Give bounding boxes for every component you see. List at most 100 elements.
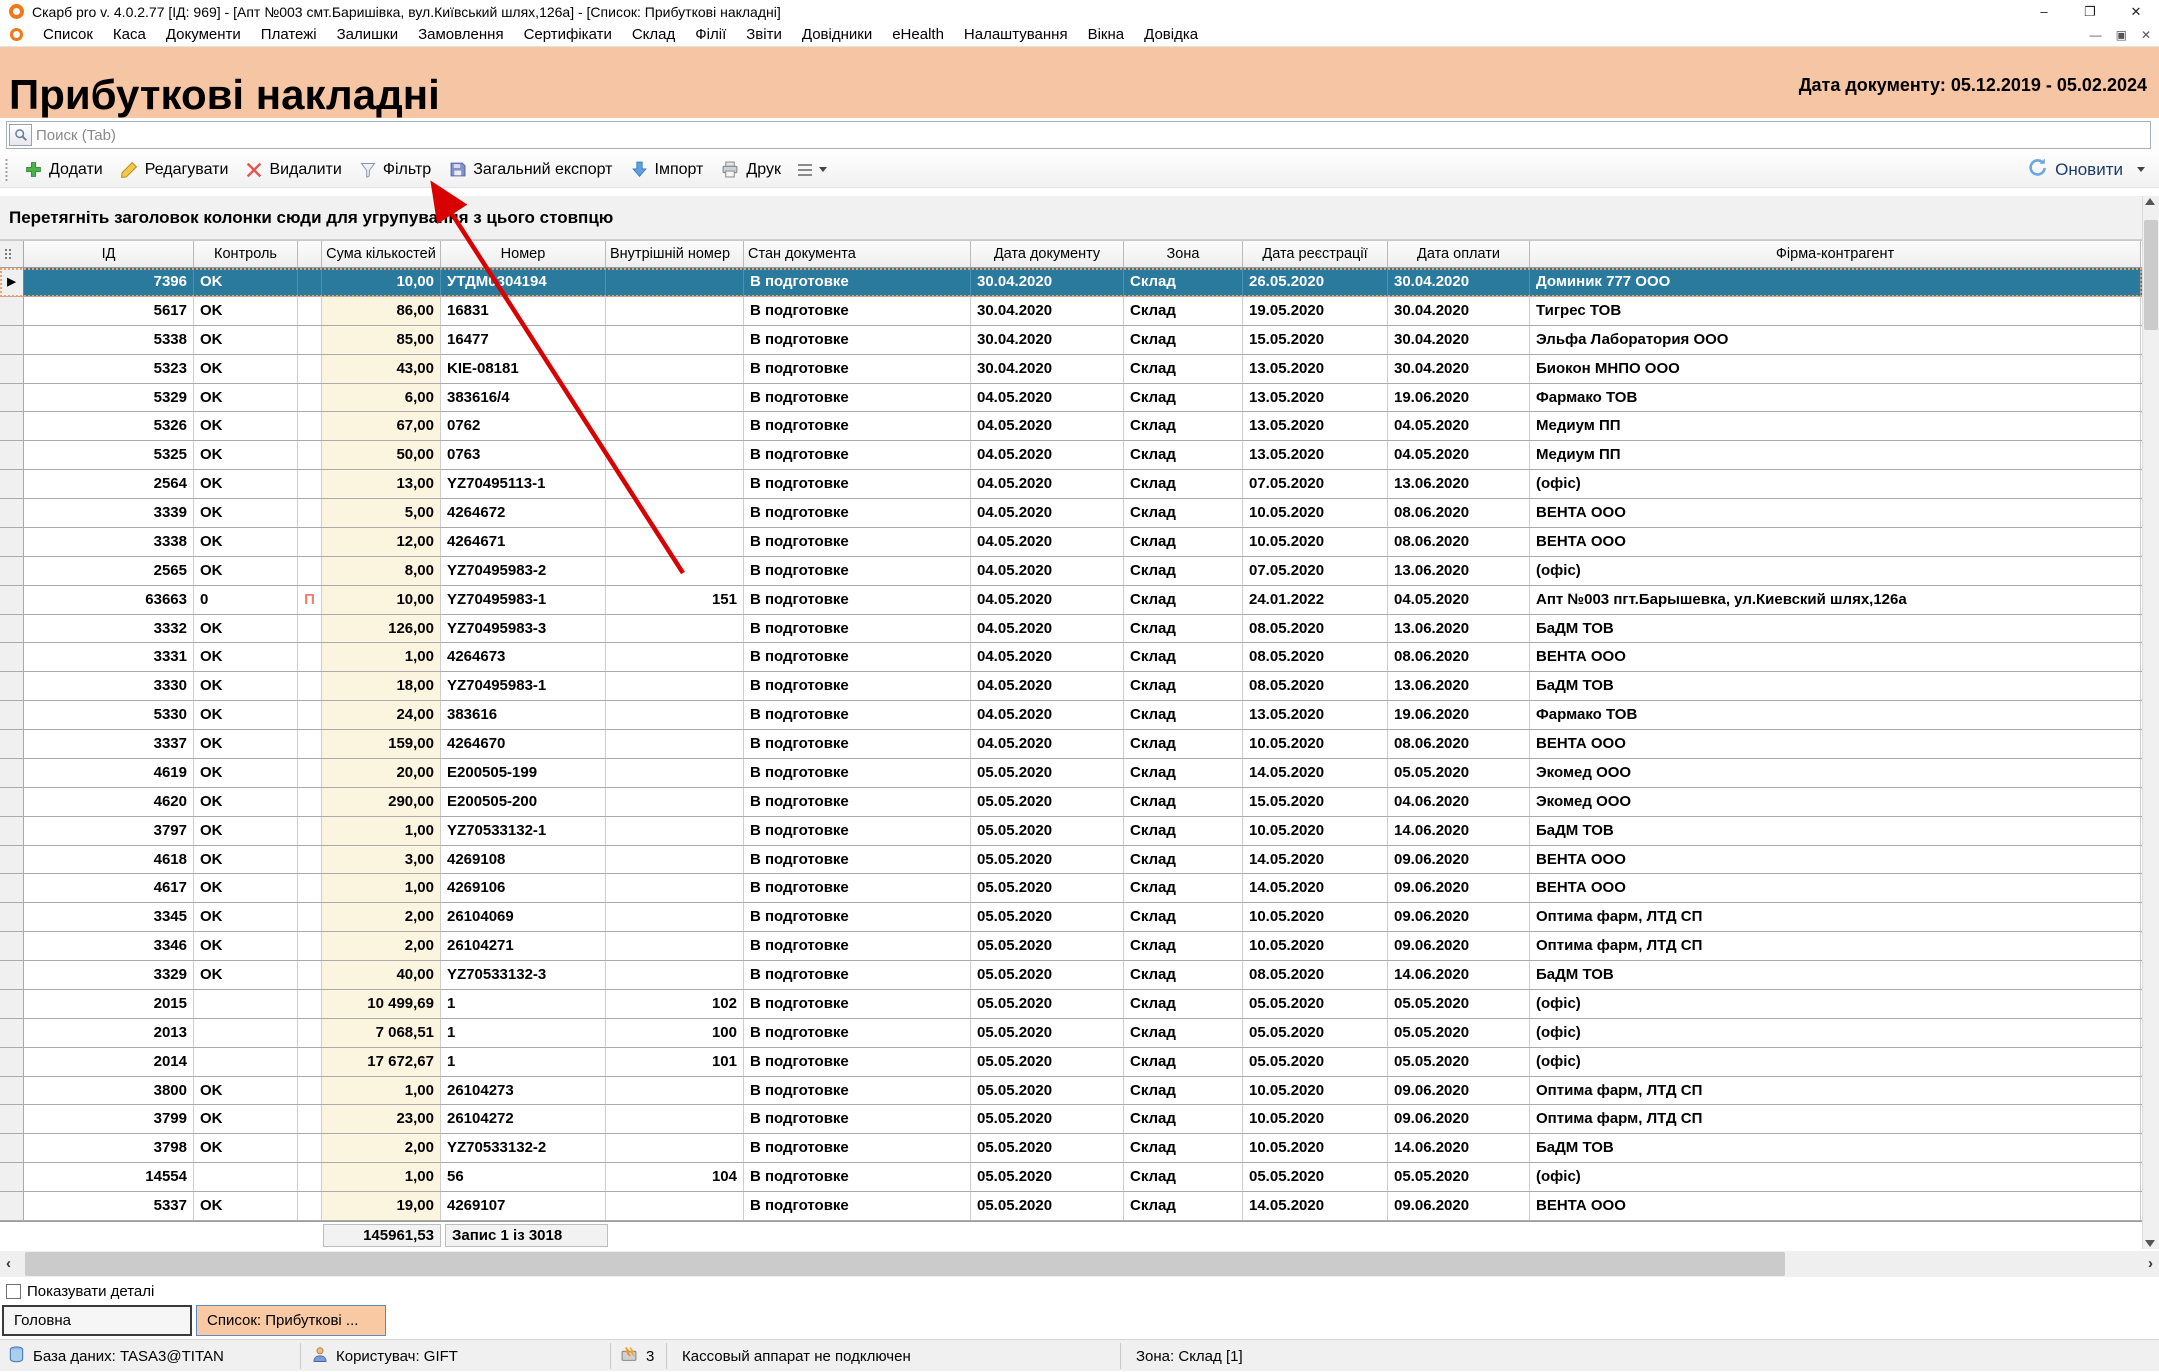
mdi-close-icon[interactable]: ✕: [2141, 28, 2151, 42]
column-header-control[interactable]: Контроль: [194, 241, 298, 267]
cell-qty: 1,00: [322, 643, 441, 671]
table-row[interactable]: ▶7396OK10,00УТДМ0304194В подготовке30.04…: [0, 268, 2142, 297]
vertical-scroll-thumb[interactable]: [2144, 220, 2158, 330]
table-row[interactable]: 145541,0056104В подготовке05.05.2020Скла…: [0, 1163, 2142, 1192]
add-button[interactable]: Додати: [16, 157, 112, 183]
table-row[interactable]: 5326OK67,000762В подготовке04.05.2020Скл…: [0, 412, 2142, 441]
menu-item-7[interactable]: Сертифікати: [514, 24, 622, 45]
table-row[interactable]: 5330OK24,00383616В подготовке04.05.2020С…: [0, 701, 2142, 730]
menu-item-10[interactable]: Звіти: [736, 24, 792, 45]
column-header-state[interactable]: Стан документа: [744, 241, 971, 267]
table-row[interactable]: 636630П10,00YZ70495983-1151В подготовке0…: [0, 586, 2142, 615]
scroll-up-icon[interactable]: [2145, 198, 2155, 205]
edit-button[interactable]: Редагувати: [112, 157, 238, 183]
delete-button[interactable]: Видалити: [237, 157, 350, 183]
cell-flag: [298, 788, 322, 816]
scroll-right-icon[interactable]: ›: [2148, 1255, 2153, 1272]
group-by-panel[interactable]: Перетягніть заголовок колонки сюди для у…: [0, 196, 2142, 240]
minimize-button[interactable]: –: [2021, 0, 2067, 23]
menu-item-11[interactable]: Довідники: [792, 24, 882, 45]
search-input[interactable]: [34, 123, 2150, 147]
vertical-scrollbar[interactable]: [2142, 196, 2159, 1249]
table-row[interactable]: 3331OK1,004264673В подготовке04.05.2020С…: [0, 643, 2142, 672]
mdi-restore-icon[interactable]: ▣: [2116, 28, 2127, 42]
menu-item-3[interactable]: Документи: [156, 24, 251, 45]
table-row[interactable]: 3330OK18,00YZ70495983-1В подготовке04.05…: [0, 672, 2142, 701]
table-row[interactable]: 3329OK40,00YZ70533132-3В подготовке05.05…: [0, 961, 2142, 990]
column-header-doc_date[interactable]: Дата документу: [971, 241, 1124, 267]
table-row[interactable]: 201417 672,671101В подготовке05.05.2020С…: [0, 1048, 2142, 1077]
export-button[interactable]: Загальний експорт: [440, 157, 621, 183]
menu-item-15[interactable]: Довідка: [1134, 24, 1208, 45]
cell-flag: [298, 1134, 322, 1162]
menu-item-5[interactable]: Залишки: [327, 24, 409, 45]
table-row[interactable]: 3345OK2,0026104069В подготовке05.05.2020…: [0, 903, 2142, 932]
scroll-left-icon[interactable]: ‹: [6, 1255, 11, 1272]
table-row[interactable]: 3337OK159,004264670В подготовке04.05.202…: [0, 730, 2142, 759]
menu-item-1[interactable]: Список: [33, 24, 103, 45]
horizontal-scrollbar[interactable]: ‹ ›: [0, 1251, 2159, 1277]
column-header-pay_date[interactable]: Дата оплати: [1388, 241, 1530, 267]
table-row[interactable]: 3800OK1,0026104273В подготовке05.05.2020…: [0, 1077, 2142, 1106]
horizontal-scroll-thumb[interactable]: [25, 1252, 1785, 1276]
table-row[interactable]: 5337OK19,004269107В подготовке05.05.2020…: [0, 1192, 2142, 1221]
column-header-firm[interactable]: Фірма-контрагент: [1530, 241, 2141, 267]
menu-item-14[interactable]: Вікна: [1078, 24, 1135, 45]
menu-item-13[interactable]: Налаштування: [954, 24, 1078, 45]
view-options-button[interactable]: [790, 160, 835, 180]
show-details-toggle[interactable]: Показувати деталі: [6, 1283, 154, 1300]
menu-item-6[interactable]: Замовлення: [408, 24, 513, 45]
close-button[interactable]: ✕: [2113, 0, 2159, 23]
table-row[interactable]: 3799OK23,0026104272В подготовке05.05.202…: [0, 1105, 2142, 1134]
tab-list-receipts[interactable]: Список: Прибуткові ...: [196, 1305, 386, 1336]
table-row[interactable]: 3797OK1,00YZ70533132-1В подготовке05.05.…: [0, 817, 2142, 846]
search-icon[interactable]: [9, 124, 32, 146]
cell-reg_date: 08.05.2020: [1243, 643, 1388, 671]
print-button[interactable]: Друк: [712, 157, 790, 183]
table-row[interactable]: 2564OK13,00YZ70495113-1В подготовке04.05…: [0, 470, 2142, 499]
table-row[interactable]: 3346OK2,0026104271В подготовке05.05.2020…: [0, 932, 2142, 961]
table-row[interactable]: 4617OK1,004269106В подготовке05.05.2020С…: [0, 874, 2142, 903]
tab-home[interactable]: Головна: [2, 1305, 192, 1336]
column-header-number[interactable]: Номер: [441, 241, 606, 267]
table-row[interactable]: 5338OK85,0016477В подготовке30.04.2020Ск…: [0, 326, 2142, 355]
refresh-chevron-icon[interactable]: [2137, 167, 2145, 172]
table-row[interactable]: 3339OK5,004264672В подготовке04.05.2020С…: [0, 499, 2142, 528]
table-row[interactable]: 3798OK2,00YZ70533132-2В подготовке05.05.…: [0, 1134, 2142, 1163]
table-row[interactable]: 3332OK126,00YZ70495983-3В подготовке04.0…: [0, 615, 2142, 644]
restore-button[interactable]: ❐: [2067, 0, 2113, 23]
scroll-down-icon[interactable]: [2145, 1240, 2155, 1247]
column-header-reg_date[interactable]: Дата реєстрації: [1243, 241, 1388, 267]
cell-id: 63663: [24, 586, 194, 614]
cell-qty: 290,00: [322, 788, 441, 816]
mdi-minimize-icon[interactable]: —: [2090, 28, 2102, 42]
table-row[interactable]: 5329OK6,00383616/4В подготовке04.05.2020…: [0, 384, 2142, 413]
table-row[interactable]: 5323OK43,00KIE-08181В подготовке30.04.20…: [0, 355, 2142, 384]
table-row[interactable]: 4620OK290,00E200505-200В подготовке05.05…: [0, 788, 2142, 817]
table-row[interactable]: 20137 068,511100В подготовке05.05.2020Ск…: [0, 1019, 2142, 1048]
table-row[interactable]: 5325OK50,000763В подготовке04.05.2020Скл…: [0, 441, 2142, 470]
table-row[interactable]: 3338OK12,004264671В подготовке04.05.2020…: [0, 528, 2142, 557]
column-header-internal[interactable]: Внутрішній номер: [606, 241, 744, 267]
import-button[interactable]: Імпорт: [622, 157, 713, 183]
cell-reg_date: 15.05.2020: [1243, 326, 1388, 354]
column-header-flag[interactable]: [298, 241, 322, 267]
column-header-id[interactable]: ІД: [24, 241, 194, 267]
table-row[interactable]: 4619OK20,00E200505-199В подготовке05.05.…: [0, 759, 2142, 788]
menu-item-2[interactable]: Каса: [103, 24, 156, 45]
table-row[interactable]: 201510 499,691102В подготовке05.05.2020С…: [0, 990, 2142, 1019]
filter-button[interactable]: Фільтр: [351, 157, 440, 183]
menu-item-12[interactable]: eHealth: [882, 24, 954, 45]
table-row[interactable]: 2565OK8,00YZ70495983-2В подготовке04.05.…: [0, 557, 2142, 586]
menu-item-4[interactable]: Платежі: [251, 24, 327, 45]
cell-zone: Склад: [1124, 586, 1243, 614]
table-row[interactable]: 5617OK86,0016831В подготовке30.04.2020Ск…: [0, 297, 2142, 326]
menu-item-9[interactable]: Філії: [685, 24, 736, 45]
column-header-zone[interactable]: Зона: [1124, 241, 1243, 267]
toolbar-grip[interactable]: [5, 158, 8, 182]
column-header-qty[interactable]: Сума кількостей: [322, 241, 441, 267]
menu-item-8[interactable]: Склад: [622, 24, 685, 45]
show-details-checkbox[interactable]: [6, 1284, 21, 1299]
table-row[interactable]: 4618OK3,004269108В подготовке05.05.2020С…: [0, 846, 2142, 875]
refresh-button[interactable]: Оновити: [2027, 157, 2123, 182]
